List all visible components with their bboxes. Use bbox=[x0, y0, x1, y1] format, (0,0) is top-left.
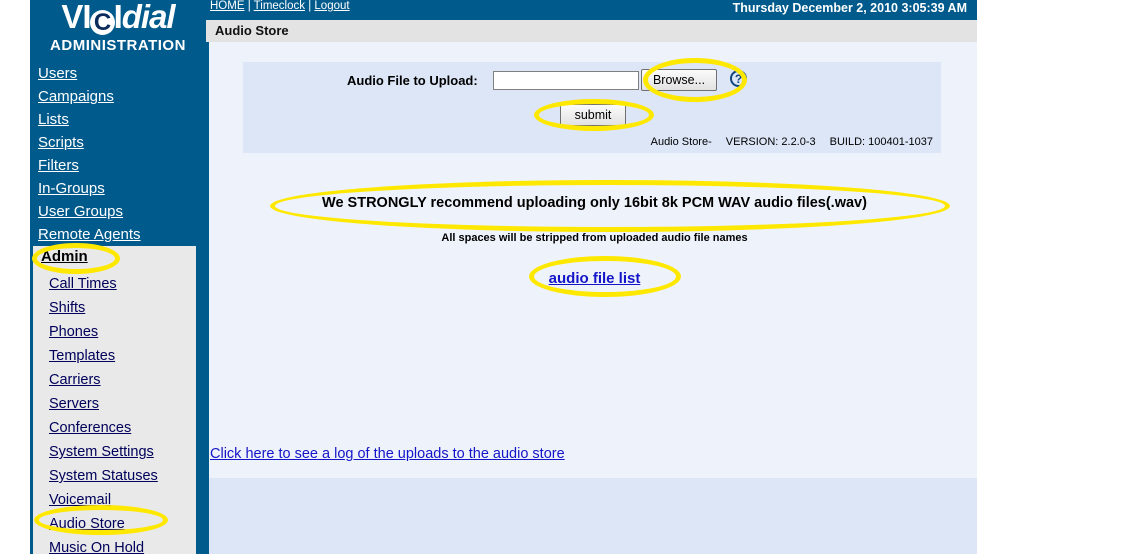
admin-submenu-panel: Admin Call Times Shifts Phones Templates… bbox=[33, 246, 196, 554]
primary-notice: We STRONGLY recommend uploading only 16b… bbox=[322, 195, 867, 211]
main-navigation: Users Campaigns Lists Scripts Filters In… bbox=[38, 62, 198, 246]
page-title: Audio Store bbox=[215, 23, 289, 38]
sidebar-item-shifts[interactable]: Shifts bbox=[49, 296, 199, 320]
secondary-notice: All spaces will be stripped from uploade… bbox=[441, 232, 748, 244]
sidebar-item-voicemail[interactable]: Voicemail bbox=[49, 488, 199, 512]
audio-file-input[interactable] bbox=[493, 71, 639, 90]
logo-vi: VI bbox=[61, 0, 91, 35]
logo-dial: dial bbox=[121, 0, 176, 35]
admin-submenu-list: Call Times Shifts Phones Templates Carri… bbox=[49, 272, 199, 554]
version-build: BUILD: 100401-1037 bbox=[829, 136, 933, 148]
audio-file-list-link[interactable]: audio file list bbox=[549, 270, 641, 287]
sidebar-item-system-settings[interactable]: System Settings bbox=[49, 440, 199, 464]
version-info: Audio Store- VERSION: 2.2.0-3 BUILD: 10040… bbox=[651, 136, 933, 148]
sidebar-item-remote-agents[interactable]: Remote Agents bbox=[38, 223, 198, 246]
sidebar-item-system-statuses[interactable]: System Statuses bbox=[49, 464, 199, 488]
datetime-display: Thursday December 2, 2010 3:05:39 AM bbox=[732, 1, 967, 15]
sidebar-item-lists[interactable]: Lists bbox=[38, 108, 198, 131]
audio-file-list-container: audio file list bbox=[209, 270, 980, 288]
sidebar-item-servers[interactable]: Servers bbox=[49, 392, 199, 416]
logo-subtitle: ADMINISTRATION bbox=[50, 37, 186, 54]
sidebar-item-music-on-hold[interactable]: Music On Hold bbox=[49, 536, 199, 554]
sidebar-item-admin[interactable]: Admin bbox=[41, 248, 88, 265]
vicidial-logo: VI C Idial ADMINISTRATION bbox=[30, 0, 206, 58]
logo-c-circle: C bbox=[89, 10, 115, 35]
sidebar-item-conferences[interactable]: Conferences bbox=[49, 416, 199, 440]
version-app-name: Audio Store- bbox=[650, 136, 712, 148]
browse-button[interactable]: Browse... bbox=[641, 69, 717, 91]
sidebar-item-user-groups[interactable]: User Groups bbox=[38, 200, 198, 223]
logo-wordmark: VI C Idial bbox=[30, 0, 206, 35]
sidebar-item-audio-store[interactable]: Audio Store bbox=[49, 512, 199, 536]
logo-i: I bbox=[113, 0, 123, 35]
main-content: Audio File to Upload: Browse... ? submit… bbox=[206, 42, 977, 478]
sidebar-item-templates[interactable]: Templates bbox=[49, 344, 199, 368]
sidebar-item-carriers[interactable]: Carriers bbox=[49, 368, 199, 392]
vicidial-admin-page: VI C Idial ADMINISTRATION Users Campaigns … bbox=[0, 0, 1127, 554]
sidebar-item-filters[interactable]: Filters bbox=[38, 154, 198, 177]
sidebar-item-users[interactable]: Users bbox=[38, 62, 198, 85]
submit-button[interactable]: submit bbox=[560, 104, 626, 126]
upload-log-link[interactable]: Click here to see a log of the uploads t… bbox=[210, 446, 565, 462]
top-nav-links: HOME | Timeclock | Logout bbox=[210, 0, 350, 12]
upload-form-panel: Audio File to Upload: Browse... ? submit… bbox=[243, 62, 941, 153]
separator-1: | bbox=[244, 0, 254, 12]
logout-link[interactable]: Logout bbox=[314, 0, 349, 12]
separator-2: | bbox=[305, 0, 315, 12]
timeclock-link[interactable]: Timeclock bbox=[254, 0, 305, 12]
upload-field-label: Audio File to Upload: bbox=[347, 73, 478, 88]
sidebar-item-campaigns[interactable]: Campaigns bbox=[38, 85, 198, 108]
title-bar: Audio Store bbox=[206, 20, 977, 42]
footer-band bbox=[206, 478, 977, 554]
home-link[interactable]: HOME bbox=[210, 0, 245, 12]
sidebar-item-in-groups[interactable]: In-Groups bbox=[38, 177, 198, 200]
version-number: VERSION: 2.2.0-3 bbox=[725, 136, 816, 148]
top-bar: HOME | Timeclock | Logout Thursday Decem… bbox=[206, 0, 977, 20]
sidebar-item-scripts[interactable]: Scripts bbox=[38, 131, 198, 154]
sidebar-item-phones[interactable]: Phones bbox=[49, 320, 199, 344]
sidebar-item-call-times[interactable]: Call Times bbox=[49, 272, 199, 296]
help-icon[interactable]: ? bbox=[730, 70, 747, 87]
